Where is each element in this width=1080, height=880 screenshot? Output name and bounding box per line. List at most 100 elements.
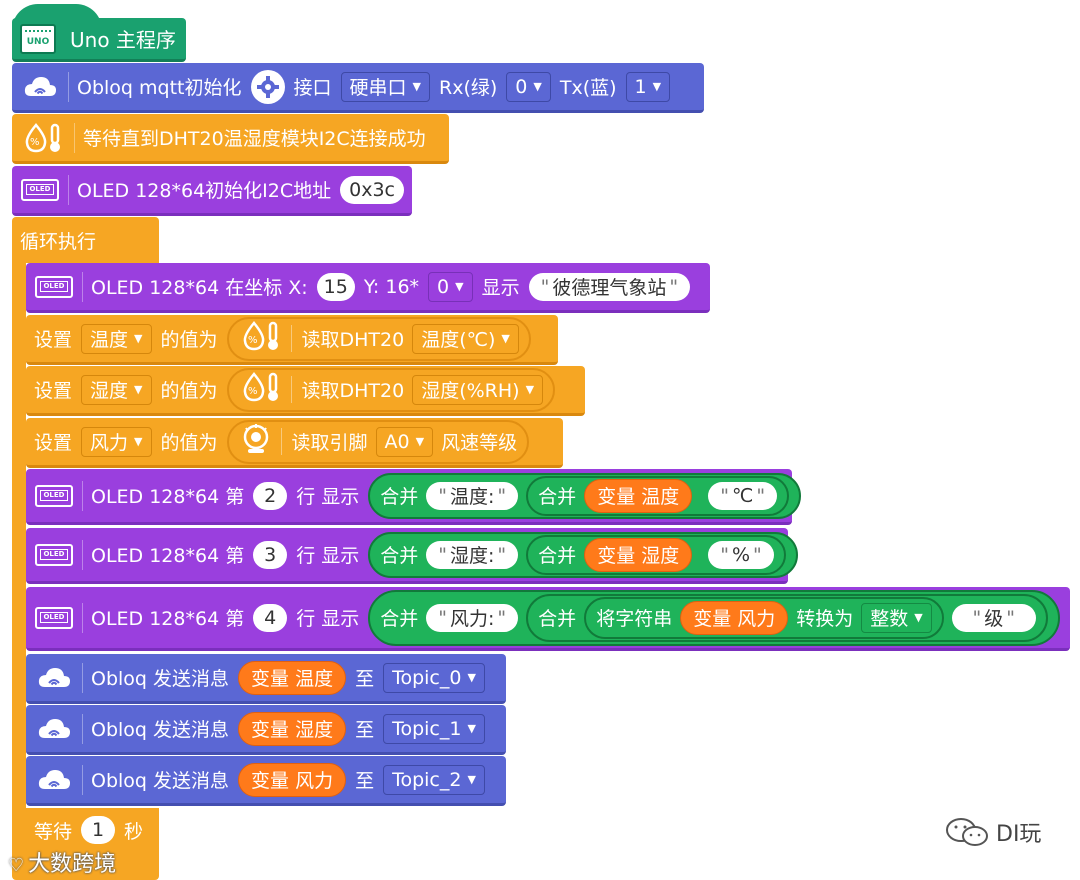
set-label: 设置	[34, 380, 73, 402]
dht-wait-label: 等待直到DHT20温湿度模块I2C连接成功	[83, 128, 426, 150]
variable-dropdown-humidity[interactable]: 湿度 ▼	[81, 374, 152, 405]
pin-dropdown[interactable]: A0 ▼	[375, 426, 434, 457]
gear-icon[interactable]	[250, 69, 285, 104]
tx-label: Tx(蓝)	[559, 77, 617, 99]
set-temperature-block[interactable]: 设置 温度 ▼ 的值为 % 读取DHT20 温度(℃) ▼	[26, 315, 558, 365]
convert-to-label: 转换为	[796, 608, 854, 630]
join-reporter-inner[interactable]: 合并 变量 湿度 "% "	[526, 534, 786, 575]
cloud-wifi-icon	[34, 764, 83, 795]
port-label: 接口	[293, 77, 332, 99]
oled-show-coord-block[interactable]: OLED OLED 128*64 在坐标 X: 15 Y: 16* 0 ▼ 显示 …	[26, 263, 710, 313]
text-string-field[interactable]: " 彼德理气象站 "	[528, 272, 691, 301]
to-label: 至	[355, 770, 375, 792]
value-label: 的值为	[160, 329, 218, 351]
join-label: 合并	[380, 486, 419, 508]
dht-option-dropdown-temp[interactable]: 温度(℃) ▼	[412, 323, 519, 354]
humidity-thermometer-icon: %	[239, 320, 283, 357]
read-dht20-label: 读取DHT20	[290, 376, 404, 403]
variable-humidity[interactable]: 变量 湿度	[238, 711, 347, 746]
oled-screen-icon: OLED	[34, 271, 83, 302]
variable-temperature[interactable]: 变量 温度	[584, 478, 693, 513]
variable-dropdown-temperature[interactable]: 温度 ▼	[81, 323, 152, 354]
tx-dropdown[interactable]: 1 ▼	[625, 71, 671, 102]
oled-line4-block[interactable]: OLED OLED 128*64 第 4 行 显示 合并 " 风力: " 合并 将字…	[26, 587, 1070, 651]
join-reporter[interactable]: 合并 " 风力: " 合并 将字符串 变量 风力 转换为 整数 ▼ " 级 "	[368, 589, 1060, 646]
seconds-label: 秒	[124, 820, 144, 843]
obloq-send-label: Obloq 发送消息	[91, 668, 230, 690]
variable-dropdown-wind[interactable]: 风力 ▼	[81, 426, 152, 457]
wind-level-label: 风速等级	[441, 432, 518, 454]
join-reporter-inner[interactable]: 合并 变量 温度 " ℃ "	[526, 475, 790, 516]
dht-wait-block[interactable]: % 等待直到DHT20温湿度模块I2C连接成功	[12, 114, 449, 164]
join-reporter-inner[interactable]: 合并 将字符串 变量 风力 转换为 整数 ▼ " 级 "	[526, 593, 1048, 642]
line-number-field[interactable]: 4	[253, 603, 288, 632]
cloud-wifi-icon	[34, 662, 83, 693]
join-reporter[interactable]: 合并 " 温度: " 合并 变量 温度 " ℃ "	[368, 472, 802, 519]
obloq-send-block-0[interactable]: Obloq 发送消息 变量 温度 至 Topic_0 ▼	[26, 654, 506, 704]
variable-temperature[interactable]: 变量 温度	[238, 660, 347, 695]
join-reporter[interactable]: 合并 " 湿度: " 合并 变量 湿度 "% "	[368, 531, 798, 578]
value-label: 的值为	[160, 380, 218, 402]
line-number-field[interactable]: 3	[253, 540, 288, 569]
number-type-dropdown[interactable]: 整数 ▼	[861, 602, 932, 633]
read-dht20-reporter[interactable]: % 读取DHT20 湿度(%RH) ▼	[226, 367, 556, 412]
watermark-left: ♡ 大数跨境	[8, 852, 117, 877]
row-show-label: 行 显示	[296, 545, 360, 567]
variable-humidity[interactable]: 变量 湿度	[584, 537, 693, 572]
string-field[interactable]: " 温度: "	[426, 481, 519, 510]
rx-dropdown[interactable]: 0 ▼	[506, 71, 551, 102]
value-label: 的值为	[160, 432, 218, 454]
read-dht20-label: 读取DHT20	[290, 325, 404, 352]
obloq-send-block-2[interactable]: Obloq 发送消息 变量 风力 至 Topic_2 ▼	[26, 756, 506, 806]
uno-main-hat-block[interactable]: UNO Uno 主程序	[12, 18, 186, 62]
y-label: Y: 16*	[363, 275, 420, 298]
line-number-field[interactable]: 2	[253, 481, 288, 510]
wait-label: 等待	[34, 820, 73, 843]
oled-line-label: OLED 128*64 第	[91, 608, 245, 630]
oled-init-block[interactable]: OLED OLED 128*64初始化I2C地址 0x3c	[12, 166, 412, 216]
variable-wind[interactable]: 变量 风力	[238, 762, 347, 797]
set-wind-block[interactable]: 设置 风力 ▼ 的值为 读取引脚 A0 ▼ 风速等级	[26, 418, 563, 468]
wait-seconds-field[interactable]: 1	[81, 816, 116, 844]
oled-screen-icon: OLED	[20, 174, 69, 205]
oled-init-label: OLED 128*64初始化I2C地址	[77, 180, 332, 202]
loop-block-header[interactable]: 循环执行	[12, 217, 159, 263]
loop-label: 循环执行	[20, 231, 97, 253]
humidity-thermometer-icon: %	[20, 122, 75, 153]
variable-wind[interactable]: 变量 风力	[680, 600, 789, 635]
obloq-init-label: Obloq mqtt初始化	[77, 77, 242, 99]
obloq-send-label: Obloq 发送消息	[91, 770, 230, 792]
cloud-wifi-icon	[20, 71, 69, 102]
set-humidity-block[interactable]: 设置 湿度 ▼ 的值为 % 读取DHT20 湿度(%RH) ▼	[26, 366, 585, 416]
port-dropdown[interactable]: 硬串口 ▼	[340, 71, 430, 102]
oled-line2-block[interactable]: OLED OLED 128*64 第 2 行 显示 合并 " 温度: " 合并 变量…	[26, 469, 802, 525]
y-dropdown[interactable]: 0 ▼	[428, 271, 473, 302]
join-label: 合并	[538, 545, 577, 567]
string-field[interactable]: " 湿度: "	[426, 540, 519, 569]
convert-reporter[interactable]: 将字符串 变量 风力 转换为 整数 ▼	[584, 596, 944, 639]
string-field[interactable]: "% "	[708, 540, 774, 569]
string-field[interactable]: " ℃ "	[708, 481, 778, 510]
oled-line3-block[interactable]: OLED OLED 128*64 第 3 行 显示 合并 " 湿度: " 合并 变量…	[26, 528, 798, 584]
svg-text:%: %	[30, 137, 40, 148]
uno-board-icon: UNO	[20, 23, 56, 54]
loop-block-arm	[12, 262, 26, 810]
dht-option-dropdown-hum[interactable]: 湿度(%RH) ▼	[412, 374, 544, 405]
svg-text:%: %	[248, 386, 258, 397]
string-field[interactable]: " 级 "	[951, 603, 1036, 632]
i2c-address-field[interactable]: 0x3c	[340, 175, 404, 204]
read-dht20-reporter[interactable]: % 读取DHT20 温度(℃) ▼	[226, 316, 531, 361]
topic-dropdown-2[interactable]: Topic_2 ▼	[383, 764, 485, 795]
x-coordinate-field[interactable]: 15	[316, 272, 355, 301]
topic-dropdown-1[interactable]: Topic_1 ▼	[383, 713, 485, 744]
obloq-send-block-1[interactable]: Obloq 发送消息 变量 湿度 至 Topic_1 ▼	[26, 705, 506, 755]
join-label: 合并	[380, 545, 419, 567]
string-field[interactable]: " 风力: "	[426, 603, 519, 632]
read-pin-reporter[interactable]: 读取引脚 A0 ▼ 风速等级	[226, 419, 530, 464]
svg-text:%: %	[248, 335, 258, 346]
topic-dropdown-0[interactable]: Topic_0 ▼	[383, 662, 485, 693]
oled-screen-icon: OLED	[34, 602, 83, 633]
to-label: 至	[355, 719, 375, 741]
obloq-init-block[interactable]: Obloq mqtt初始化 接口 硬串口 ▼ Rx(绿) 0 ▼ Tx(蓝) 1 ▼	[12, 63, 704, 113]
wind-sensor-icon	[239, 423, 273, 460]
